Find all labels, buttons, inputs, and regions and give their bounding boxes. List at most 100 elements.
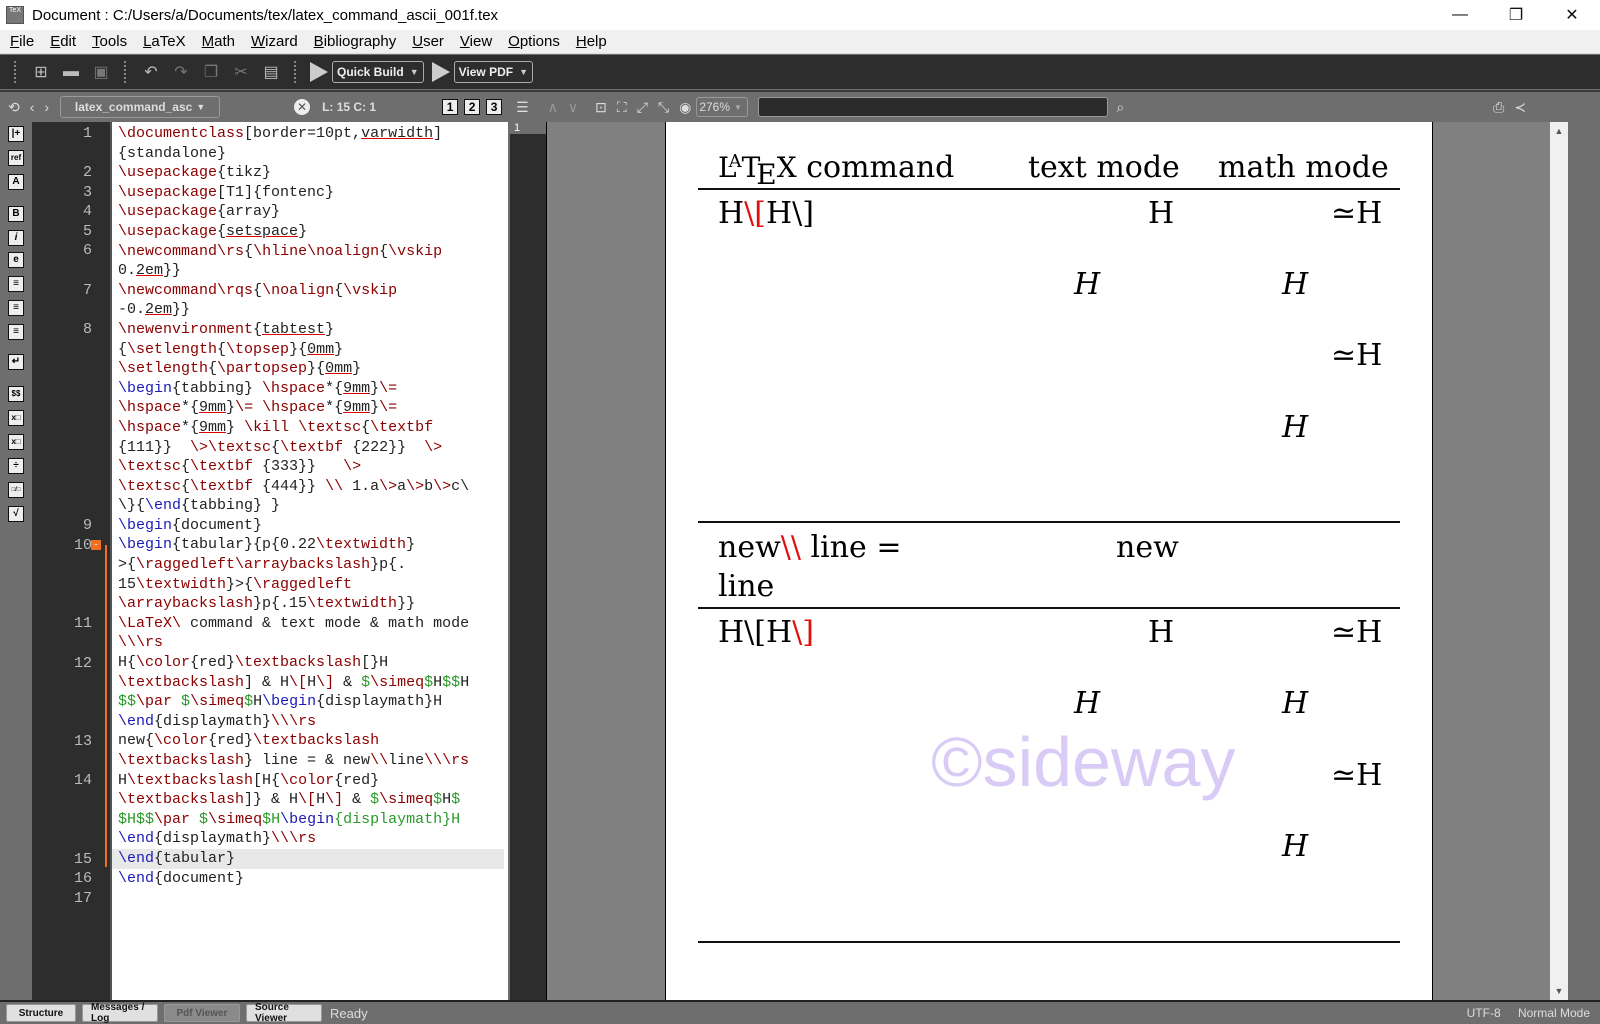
scroll-up-icon[interactable]: ▲ xyxy=(1550,122,1568,140)
code-line[interactable]: \\\rs xyxy=(118,633,504,653)
structure-tab[interactable]: Structure xyxy=(6,1004,76,1022)
code-line[interactable]: \begin{tabbing} \hspace*{9mm}\= xyxy=(118,379,504,399)
italic-icon[interactable]: i xyxy=(8,230,24,246)
code-line[interactable]: \end{tabular} xyxy=(112,848,504,869)
display-math-icon[interactable]: $$ xyxy=(8,386,24,402)
divide-icon[interactable]: ÷ xyxy=(8,458,24,474)
source-viewer-tab[interactable]: Source Viewer xyxy=(246,1002,322,1024)
print-icon[interactable]: ⎙ xyxy=(1493,99,1504,116)
fold-toggle-icon[interactable]: - xyxy=(91,540,101,550)
forward-icon[interactable]: › xyxy=(44,99,49,115)
code-line[interactable]: \textsc{\textbf {333}} \> xyxy=(118,457,504,477)
menu-tools[interactable]: Tools xyxy=(82,33,133,50)
code-text[interactable]: \documentclass[border=10pt,varwidth] {sta… xyxy=(112,124,504,889)
toolbar-grip[interactable] xyxy=(124,61,128,83)
menu-view[interactable]: View xyxy=(450,33,498,50)
fraction-icon[interactable]: □/□ xyxy=(8,482,24,498)
pdf-vertical-scrollbar[interactable]: ▲ ▼ xyxy=(1550,122,1568,1000)
menu-wizard[interactable]: Wizard xyxy=(241,33,304,50)
code-line[interactable]: \hspace*{9mm} \kill \textsc{\textbf xyxy=(118,418,504,438)
shrink-icon[interactable]: ⤡ xyxy=(658,99,669,116)
code-line[interactable]: \newcommand\rs{\hline\noalign{\vskip xyxy=(118,242,504,262)
code-line[interactable]: \usepackage{tikz} xyxy=(118,163,504,183)
font-size-icon[interactable]: A xyxy=(8,174,24,190)
code-line[interactable]: \begin{document} xyxy=(118,516,504,536)
align-center-icon[interactable]: ≡ xyxy=(8,300,24,316)
emphasis-icon[interactable]: e xyxy=(8,252,24,268)
insert-label-icon[interactable]: |+ xyxy=(8,126,24,142)
edit-mode-indicator[interactable]: Normal Mode xyxy=(1518,1006,1590,1020)
page-down-icon[interactable]: ∨ xyxy=(568,99,578,116)
list-view-icon[interactable]: ☰ xyxy=(516,99,529,116)
search-icon[interactable]: ⌕ xyxy=(1116,99,1124,116)
code-line[interactable]: {\setlength{\topsep}{0mm} xyxy=(118,340,504,360)
magnifier-eye-icon[interactable]: ◉ xyxy=(679,99,691,116)
encoding-indicator[interactable]: UTF-8 xyxy=(1467,1006,1501,1020)
expand-icon[interactable]: ⤢ xyxy=(637,99,648,116)
sqrt-icon[interactable]: √ xyxy=(8,506,24,522)
menu-math[interactable]: Math xyxy=(192,33,241,50)
superscript-icon[interactable]: x□ xyxy=(8,434,24,450)
code-line[interactable]: \textbackslash} line = & new\\line\\\rs xyxy=(118,751,504,771)
code-line[interactable]: $$\par $\simeq$H\begin{displaymath}H xyxy=(118,692,504,712)
build-run-icon[interactable] xyxy=(310,62,328,82)
view-run-icon[interactable] xyxy=(431,62,450,82)
code-line[interactable]: \setlength{\partopsep}{0mm} xyxy=(118,359,504,379)
code-line[interactable]: 15\textwidth}>{\raggedleft xyxy=(118,575,504,595)
new-file-icon[interactable]: ⊞ xyxy=(30,61,52,83)
newline-icon[interactable]: ↵ xyxy=(8,354,24,370)
ref-icon[interactable]: ref xyxy=(8,150,24,166)
code-line[interactable]: \}{\end{tabbing} } xyxy=(118,496,504,516)
restore-button[interactable]: ❐ xyxy=(1488,0,1544,30)
code-line[interactable]: \newenvironment{tabtest} xyxy=(118,320,504,340)
layout-1-button[interactable]: 1 xyxy=(442,99,459,115)
fit-width-icon[interactable]: ⊡ xyxy=(595,99,607,116)
redo-icon[interactable]: ↷ xyxy=(170,61,192,83)
code-line[interactable]: \LaTeX\ command & text mode & math mode xyxy=(118,614,504,634)
code-line[interactable]: {111}} \>\textsc{\textbf {222}} \> xyxy=(118,438,504,458)
fit-page-icon[interactable]: ⛶ xyxy=(617,99,627,116)
menu-bibliography[interactable]: Bibliography xyxy=(304,33,403,50)
code-line[interactable]: \usepackage[T1]{fontenc} xyxy=(118,183,504,203)
subscript-icon[interactable]: x□ xyxy=(8,410,24,426)
bold-icon[interactable]: B xyxy=(8,206,24,222)
zoom-combo[interactable]: 276% ▼ xyxy=(696,97,749,117)
code-line[interactable]: \usepackage{setspace} xyxy=(118,222,504,242)
save-icon[interactable]: ▣ xyxy=(90,61,112,83)
code-line[interactable]: $H$$\par $\simeq$H\begin{displaymath}H xyxy=(118,810,504,830)
view-pdf-combo[interactable]: View PDF ▼ xyxy=(453,61,533,83)
pdf-viewer-tab[interactable]: Pdf Viewer xyxy=(164,1004,240,1022)
menu-file[interactable]: File xyxy=(0,33,40,50)
pdf-viewer[interactable]: LATEX command text mode math mode H\[H\]… xyxy=(546,122,1550,1000)
scroll-down-icon[interactable]: ▼ xyxy=(1550,982,1568,1000)
menu-latex[interactable]: LaTeX xyxy=(133,33,192,50)
paste-icon[interactable]: ▤ xyxy=(260,61,282,83)
code-line[interactable]: H{\color{red}\textbackslash[}H xyxy=(118,653,504,673)
code-line[interactable]: \newcommand\rqs{\noalign{\vskip xyxy=(118,281,504,301)
page-up-icon[interactable]: ∧ xyxy=(548,99,558,116)
menu-edit[interactable]: Edit xyxy=(40,33,82,50)
code-line[interactable]: \textbackslash]} & H\[H\] & $\simeq$H$ xyxy=(118,790,504,810)
copy-icon[interactable]: ❐ xyxy=(200,61,222,83)
menu-help[interactable]: Help xyxy=(566,33,613,50)
back-icon[interactable]: ‹ xyxy=(30,99,35,115)
code-line[interactable]: >{\raggedleft\arraybackslash}p{. xyxy=(118,555,504,575)
align-right-icon[interactable]: ≡ xyxy=(8,324,24,340)
code-editor[interactable]: \documentclass[border=10pt,varwidth] {sta… xyxy=(110,122,508,1000)
code-line[interactable]: \textsc{\textbf {444}} \\ 1.a\>a\>b\>c\ xyxy=(118,477,504,497)
quick-build-combo[interactable]: Quick Build ▼ xyxy=(332,61,424,83)
menu-options[interactable]: Options xyxy=(498,33,566,50)
dock-icon[interactable]: ≺ xyxy=(1514,99,1526,116)
layout-3-button[interactable]: 3 xyxy=(486,99,503,115)
code-line[interactable]: \arraybackslash}p{.15\textwidth}} xyxy=(118,594,504,614)
code-line[interactable]: \end{document} xyxy=(118,869,504,889)
undo-icon[interactable]: ↶ xyxy=(140,61,162,83)
pdf-search-input[interactable] xyxy=(758,97,1109,117)
code-line[interactable]: \textbackslash] & H\[H\] & $\simeq$H$$H xyxy=(118,673,504,693)
code-line[interactable]: {standalone} xyxy=(118,144,504,164)
layout-2-button[interactable]: 2 xyxy=(464,99,481,115)
messages-log-tab[interactable]: Messages / Log xyxy=(82,1002,158,1024)
close-button[interactable]: ✕ xyxy=(1544,0,1600,30)
close-file-icon[interactable]: ✕ xyxy=(294,99,311,115)
menu-user[interactable]: User xyxy=(402,33,450,50)
